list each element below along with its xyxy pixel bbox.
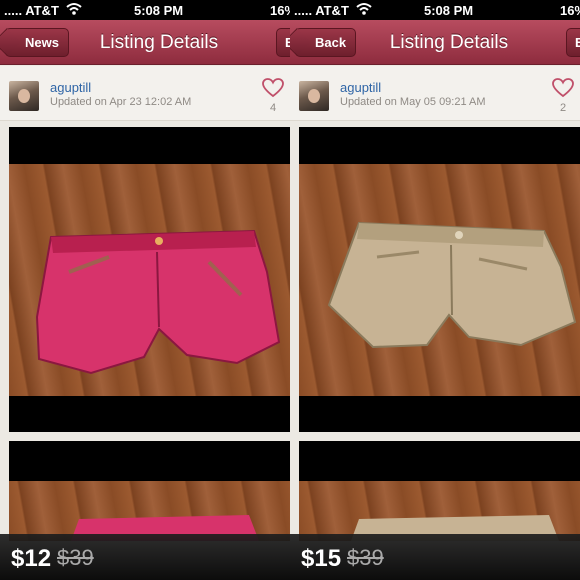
listing-photo[interactable] — [9, 127, 290, 432]
avatar[interactable] — [9, 81, 39, 111]
chevron-left-icon — [290, 27, 312, 57]
clock: 5:08 PM — [134, 3, 184, 18]
seller-username[interactable]: aguptill — [340, 80, 381, 95]
back-button[interactable]: News — [0, 27, 69, 57]
updated-timestamp: Updated on May 05 09:21 AM — [340, 96, 486, 108]
listing-header — [290, 66, 580, 121]
listing-panel-right: ..... AT&T 5:08 PM 16% Back Listing Deta… — [290, 0, 580, 580]
back-button[interactable]: Back — [290, 27, 357, 57]
status-bar: ..... AT&T 5:08 PM 16% — [290, 0, 580, 20]
seller-username[interactable]: aguptill — [50, 80, 91, 95]
carrier-label: ..... AT&T — [4, 3, 59, 18]
price: $15 — [301, 545, 342, 572]
updated-timestamp: Updated on Apr 23 12:02 AM — [50, 96, 192, 108]
price: $12 — [11, 545, 52, 572]
listing-panel-left: ..... AT&T 5:08 PM 16% News Listing Deta… — [0, 0, 290, 580]
back-button-label: News — [25, 35, 59, 50]
listing-photo[interactable] — [299, 127, 580, 432]
original-price: $39 — [347, 545, 384, 570]
listing-photo-2[interactable] — [9, 441, 290, 541]
listing-header — [0, 66, 290, 121]
nav-bar: Back Listing Details E — [290, 20, 580, 65]
listing-photo-2[interactable] — [299, 441, 580, 541]
nav-bar: News Listing Details E — [0, 20, 290, 65]
battery-percentage: 16% — [270, 3, 290, 18]
heart-icon[interactable] — [262, 78, 284, 100]
like-count: 4 — [269, 102, 277, 114]
wifi-icon — [66, 2, 82, 19]
nav-edit-button[interactable]: E — [276, 28, 290, 57]
avatar[interactable] — [299, 81, 329, 111]
nav-edit-button[interactable]: E — [566, 28, 580, 57]
shorts-image — [327, 221, 577, 349]
carrier-label: ..... AT&T — [294, 3, 349, 18]
back-button-label: Back — [315, 35, 347, 50]
page-title: Listing Details — [389, 32, 509, 53]
wifi-icon — [356, 2, 372, 19]
original-price: $39 — [57, 545, 94, 570]
chevron-left-icon — [0, 27, 22, 57]
clock: 5:08 PM — [424, 3, 474, 18]
page-title: Listing Details — [99, 32, 219, 53]
heart-icon[interactable] — [552, 78, 574, 100]
shorts-image — [35, 229, 281, 375]
status-bar: ..... AT&T 5:08 PM 16% — [0, 0, 290, 20]
battery-percentage: 16% — [560, 3, 580, 18]
like-count: 2 — [559, 102, 567, 114]
